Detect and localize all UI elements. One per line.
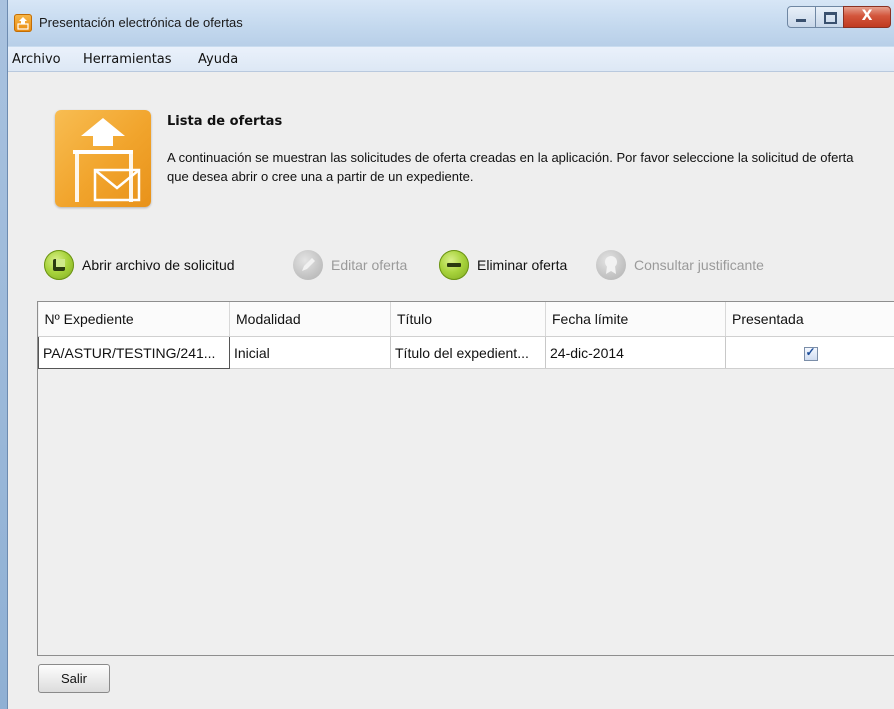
upload-envelope-icon bbox=[55, 110, 151, 207]
consult-receipt-button[interactable]: Consultar justificante bbox=[596, 248, 764, 282]
check-icon: ✓ bbox=[805, 344, 816, 359]
consult-receipt-label: Consultar justificante bbox=[634, 257, 764, 273]
app-window: Presentación electrónica de ofertas X Ar… bbox=[7, 0, 894, 709]
offers-table: Nº Expediente Modalidad Título Fecha lím… bbox=[37, 301, 894, 656]
column-header-fecha[interactable]: Fecha límite bbox=[545, 302, 726, 337]
main-panel: Lista de ofertas A continuación se muest… bbox=[8, 72, 894, 709]
window-title: Presentación electrónica de ofertas bbox=[39, 15, 243, 30]
table-row[interactable]: PA/ASTUR/TESTING/241... Inicial Título d… bbox=[38, 336, 894, 369]
edit-offer-button[interactable]: Editar oferta bbox=[293, 248, 407, 282]
column-header-presentada[interactable]: Presentada bbox=[725, 302, 894, 337]
cell-modalidad[interactable]: Inicial bbox=[229, 336, 391, 369]
column-header-modalidad[interactable]: Modalidad bbox=[229, 302, 391, 337]
minimize-button[interactable] bbox=[787, 6, 816, 28]
close-icon: X bbox=[861, 8, 873, 24]
cell-expediente[interactable]: PA/ASTUR/TESTING/241... bbox=[38, 336, 230, 369]
minus-icon bbox=[439, 250, 469, 280]
app-logo-icon bbox=[14, 14, 32, 32]
open-request-label: Abrir archivo de solicitud bbox=[82, 257, 235, 273]
desktop-edge bbox=[0, 0, 7, 709]
open-file-icon bbox=[44, 250, 74, 280]
open-request-button[interactable]: Abrir archivo de solicitud bbox=[44, 248, 235, 282]
minimize-icon bbox=[796, 19, 806, 22]
cell-titulo[interactable]: Título del expedient... bbox=[390, 336, 546, 369]
cell-presentada[interactable]: ✓ bbox=[725, 336, 894, 369]
menu-herramientas[interactable]: Herramientas bbox=[83, 52, 172, 67]
title-bar[interactable]: Presentación electrónica de ofertas X bbox=[8, 0, 894, 46]
maximize-button[interactable] bbox=[815, 6, 844, 28]
maximize-icon bbox=[824, 12, 837, 24]
page-title: Lista de ofertas bbox=[167, 114, 283, 129]
column-header-titulo[interactable]: Título bbox=[390, 302, 546, 337]
menu-ayuda[interactable]: Ayuda bbox=[198, 52, 238, 67]
window-controls: X bbox=[787, 6, 891, 28]
page-description: A continuación se muestran las solicitud… bbox=[167, 150, 854, 184]
menu-archivo[interactable]: Archivo bbox=[12, 52, 61, 67]
cell-fecha[interactable]: 24-dic-2014 bbox=[545, 336, 726, 369]
pencil-icon bbox=[293, 250, 323, 280]
close-button[interactable]: X bbox=[843, 6, 891, 28]
edit-offer-label: Editar oferta bbox=[331, 257, 408, 273]
presentada-checkbox[interactable]: ✓ bbox=[803, 344, 818, 361]
delete-offer-button[interactable]: Eliminar oferta bbox=[439, 248, 567, 282]
column-header-expediente[interactable]: Nº Expediente bbox=[38, 302, 230, 337]
table-header-row: Nº Expediente Modalidad Título Fecha lím… bbox=[38, 302, 894, 337]
exit-button[interactable]: Salir bbox=[38, 664, 110, 693]
delete-offer-label: Eliminar oferta bbox=[477, 257, 568, 273]
ribbon-badge-icon bbox=[596, 250, 626, 280]
menu-bar: Archivo Herramientas Ayuda bbox=[8, 47, 894, 72]
